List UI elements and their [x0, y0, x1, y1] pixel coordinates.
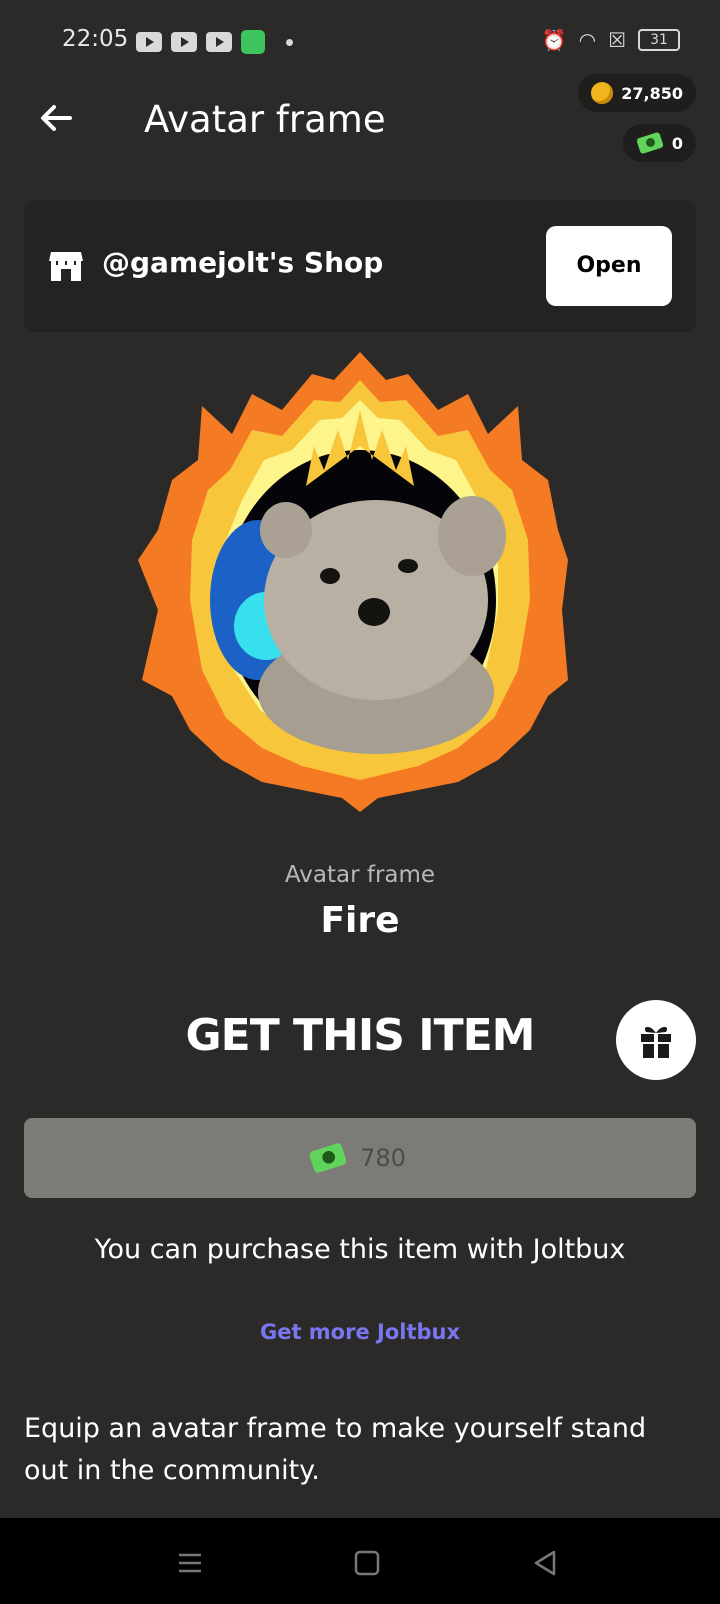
youtube-notification-icon	[206, 32, 232, 52]
item-type-label: Avatar frame	[284, 862, 436, 888]
recent-apps-icon[interactable]	[175, 1548, 205, 1578]
get-more-joltbux-link[interactable]: Get more Joltbux	[0, 1320, 720, 1344]
item-name: Fire	[320, 900, 400, 941]
get-item-heading: GET THIS ITEM	[185, 1010, 536, 1061]
fire-frame-image	[138, 352, 568, 812]
gift-button[interactable]	[616, 1000, 696, 1080]
joltbux-icon	[308, 1144, 347, 1172]
teddy-bear-image	[258, 496, 506, 754]
youtube-notification-icon	[171, 32, 197, 52]
avatar-frame-preview	[138, 350, 582, 820]
gift-icon	[641, 1026, 671, 1058]
no-sim-icon: ☒	[608, 28, 626, 52]
store-icon	[49, 252, 83, 281]
notification-icons	[136, 30, 293, 54]
system-nav-bar	[0, 1518, 720, 1604]
page-title: Avatar frame	[144, 98, 386, 141]
joltbux-icon	[636, 133, 664, 153]
wifi-icon: ◠	[578, 28, 597, 52]
item-price: 780	[360, 1144, 406, 1172]
app-notification-icon	[241, 30, 265, 54]
joltbux-balance[interactable]: 0	[622, 124, 696, 162]
alarm-icon: ⏰	[541, 28, 567, 52]
shop-name: @gamejolt's Shop	[102, 246, 384, 279]
home-icon[interactable]	[352, 1548, 382, 1578]
status-bar: 22:05 ⏰ ◠ ☒ 31	[0, 0, 720, 80]
coin-balance-value: 27,850	[621, 83, 683, 103]
shop-card: @gamejolt's Shop Open	[24, 200, 696, 332]
buy-with-joltbux-button[interactable]: 780	[24, 1118, 696, 1198]
item-description: Equip an avatar frame to make yourself s…	[24, 1413, 647, 1486]
purchase-note: You can purchase this item with Joltbux	[94, 1234, 626, 1265]
more-notifications-dot-icon	[286, 38, 293, 46]
system-icons: ⏰ ◠ ☒ 31	[542, 28, 680, 52]
joltbux-balance-value: 0	[671, 133, 683, 153]
youtube-notification-icon	[136, 32, 162, 52]
arrow-left-icon	[41, 105, 72, 131]
battery-icon: 31	[638, 29, 680, 51]
back-button[interactable]	[36, 98, 76, 138]
status-time: 22:05	[62, 26, 129, 52]
open-shop-button[interactable]: Open	[546, 226, 672, 306]
coin-balance[interactable]: 27,850	[578, 74, 696, 112]
coin-icon	[591, 82, 614, 104]
back-triangle-icon[interactable]	[530, 1548, 560, 1578]
